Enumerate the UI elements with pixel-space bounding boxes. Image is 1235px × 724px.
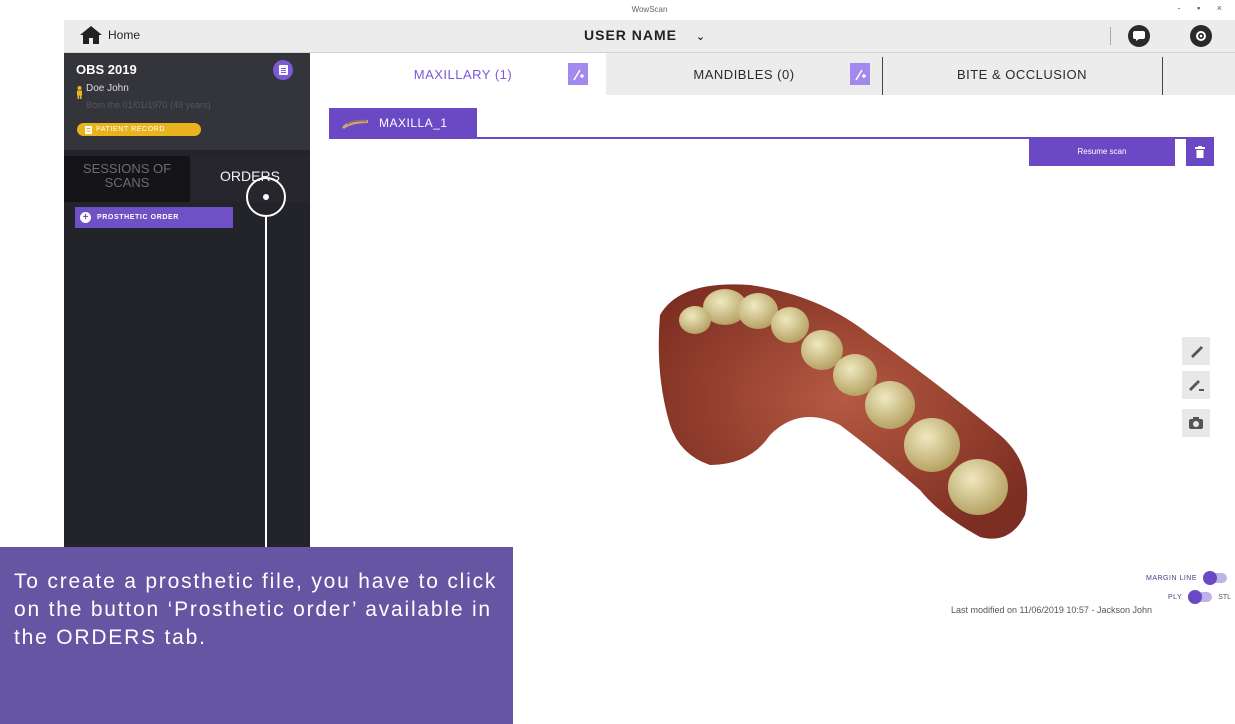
camera-icon[interactable] — [1182, 409, 1210, 437]
top-bar: Home USER NAME ⌄ — [64, 20, 1235, 53]
prosthetic-order-label: PROSTHETIC ORDER — [97, 214, 179, 221]
chat-icon[interactable] — [1128, 25, 1150, 47]
pencil-auto-icon[interactable] — [1182, 371, 1210, 399]
home-label: Home — [108, 28, 141, 42]
sidebar: OBS 2019 Doe John Born the 01/01/1970 (4… — [64, 53, 310, 612]
pointer-line — [265, 217, 267, 552]
pointer-ring — [246, 177, 286, 217]
settings-icon[interactable] — [1190, 25, 1212, 47]
chevron-down-icon: ⌄ — [695, 31, 707, 43]
patient-record-button[interactable]: PATIENT RECORD — [77, 123, 201, 136]
patient-record-label: PATIENT RECORD — [96, 126, 166, 133]
tab-sessions-of-scans[interactable]: SESSIONS OF SCANS — [64, 156, 190, 202]
toggle-knob — [1203, 571, 1218, 585]
tab-bite-occlusion[interactable]: BITE & OCCLUSION — [882, 53, 1162, 95]
person-icon — [76, 86, 83, 101]
ply-stl-toggle[interactable] — [1188, 590, 1213, 604]
tab-maxillary[interactable]: MAXILLARY (1) — [320, 53, 606, 95]
trash-icon[interactable] — [1186, 137, 1214, 166]
scan-tab-label: MAXILLA_1 — [379, 116, 448, 130]
divider — [1110, 27, 1111, 45]
scan-3d-viewport[interactable] — [640, 275, 1040, 585]
document-icon — [85, 125, 92, 134]
jaw-tabs: MAXILLARY (1) MANDIBLES (0) BITE & OCCLU… — [320, 53, 1235, 95]
patient-id: OBS 2019 — [76, 62, 137, 77]
prosthetic-order-button[interactable]: + PROSTHETIC ORDER — [75, 207, 233, 228]
patient-dob: Born the 01/01/1970 (49 years) — [86, 100, 211, 110]
pointer-dot — [263, 194, 269, 200]
margin-line-toggle-row: MARGIN LINE — [1146, 571, 1228, 585]
main-panel: MAXILLARY (1) MANDIBLES (0) BITE & OCCLU… — [320, 53, 1235, 615]
patient-name: Doe John — [86, 83, 129, 94]
callout-text: To create a prosthetic file, you have to… — [14, 570, 498, 649]
pencil-icon[interactable] — [1182, 337, 1210, 365]
add-tooth-icon[interactable] — [850, 63, 870, 85]
last-modified: Last modified on 11/06/2019 10:57 - Jack… — [951, 605, 1152, 615]
margin-line-toggle[interactable] — [1203, 571, 1228, 585]
toggle-knob — [1188, 590, 1203, 604]
stl-label: STL — [1218, 593, 1232, 601]
margin-line-label: MARGIN LINE — [1146, 574, 1198, 582]
home-icon — [80, 26, 102, 44]
user-menu[interactable]: USER NAME ⌄ — [584, 27, 706, 43]
app-window: WowScan - ▪ × Home USER NAME ⌄ OBS 2019 — [64, 0, 1235, 615]
add-tooth-icon[interactable] — [568, 63, 588, 85]
resume-scan-button[interactable]: Resume scan — [1029, 137, 1175, 166]
tab-separator — [882, 57, 883, 95]
tutorial-callout: To create a prosthetic file, you have to… — [0, 547, 513, 724]
format-toggle-row: PLY STL — [1168, 590, 1232, 604]
user-name: USER NAME — [584, 27, 678, 43]
patient-card: OBS 2019 Doe John Born the 01/01/1970 (4… — [64, 53, 310, 150]
scan-tab-maxilla-1[interactable]: MAXILLA_1 — [329, 108, 477, 138]
patient-name-row: Doe John — [76, 83, 129, 101]
scan-thumbnail-icon — [342, 119, 368, 129]
document-icon[interactable] — [273, 60, 293, 80]
tab-mandibles[interactable]: MANDIBLES (0) — [606, 53, 882, 95]
window-title: WowScan — [631, 5, 668, 14]
tab-separator — [1162, 57, 1163, 95]
plus-icon: + — [80, 212, 91, 223]
home-button[interactable]: Home — [80, 26, 140, 44]
ply-label: PLY — [1168, 593, 1183, 601]
window-controls[interactable]: - ▪ × — [1178, 3, 1229, 13]
